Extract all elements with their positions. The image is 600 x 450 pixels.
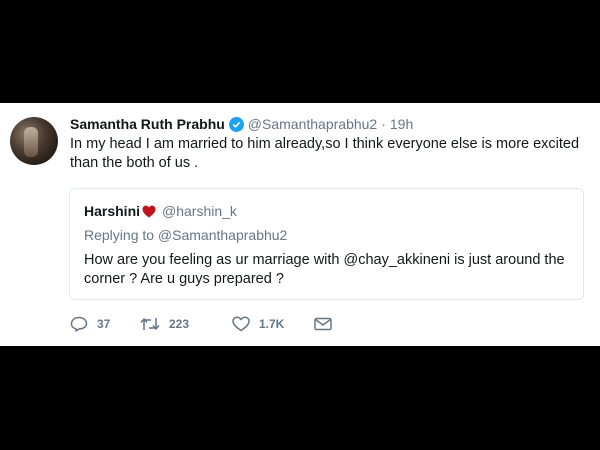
tweet-header: Samantha Ruth Prabhu @Samanthaprabhu2 · … bbox=[70, 115, 413, 133]
retweet-icon bbox=[140, 317, 160, 331]
like-button[interactable]: 1.7K bbox=[232, 316, 314, 332]
timestamp[interactable]: 19h bbox=[390, 116, 413, 132]
envelope-icon bbox=[314, 317, 332, 331]
reply-count: 37 bbox=[97, 317, 111, 331]
quote-display-name[interactable]: Harshini bbox=[84, 203, 140, 219]
quoted-tweet[interactable]: Harshini @harshin_k Replying to @Samanth… bbox=[69, 188, 584, 300]
quote-header: Harshini @harshin_k bbox=[84, 203, 237, 219]
handle[interactable]: @Samanthaprabhu2 bbox=[248, 116, 377, 132]
display-name[interactable]: Samantha Ruth Prabhu bbox=[70, 116, 225, 132]
retweet-count: 223 bbox=[169, 317, 190, 331]
reply-icon bbox=[70, 316, 88, 332]
tweet-card: Samantha Ruth Prabhu @Samanthaprabhu2 · … bbox=[0, 103, 600, 346]
separator: · bbox=[381, 116, 386, 132]
reply-button[interactable]: 37 bbox=[70, 316, 140, 332]
like-count: 1.7K bbox=[259, 317, 285, 331]
tweet-text: In my head I am married to him already,s… bbox=[70, 136, 580, 171]
red-heart-emoji-icon bbox=[142, 205, 156, 218]
quote-handle[interactable]: @harshin_k bbox=[162, 203, 237, 219]
verified-badge-icon bbox=[228, 116, 244, 132]
retweet-button[interactable]: 223 bbox=[140, 316, 232, 332]
quote-text: How are you feeling as ur marriage with … bbox=[84, 252, 565, 287]
tweet-actions: 37 223 1.7K bbox=[70, 316, 332, 332]
replying-to: Replying to @Samanthaprabhu2 bbox=[84, 227, 288, 243]
heart-icon bbox=[232, 316, 250, 332]
avatar[interactable] bbox=[10, 117, 58, 165]
direct-message-button[interactable] bbox=[314, 317, 332, 331]
